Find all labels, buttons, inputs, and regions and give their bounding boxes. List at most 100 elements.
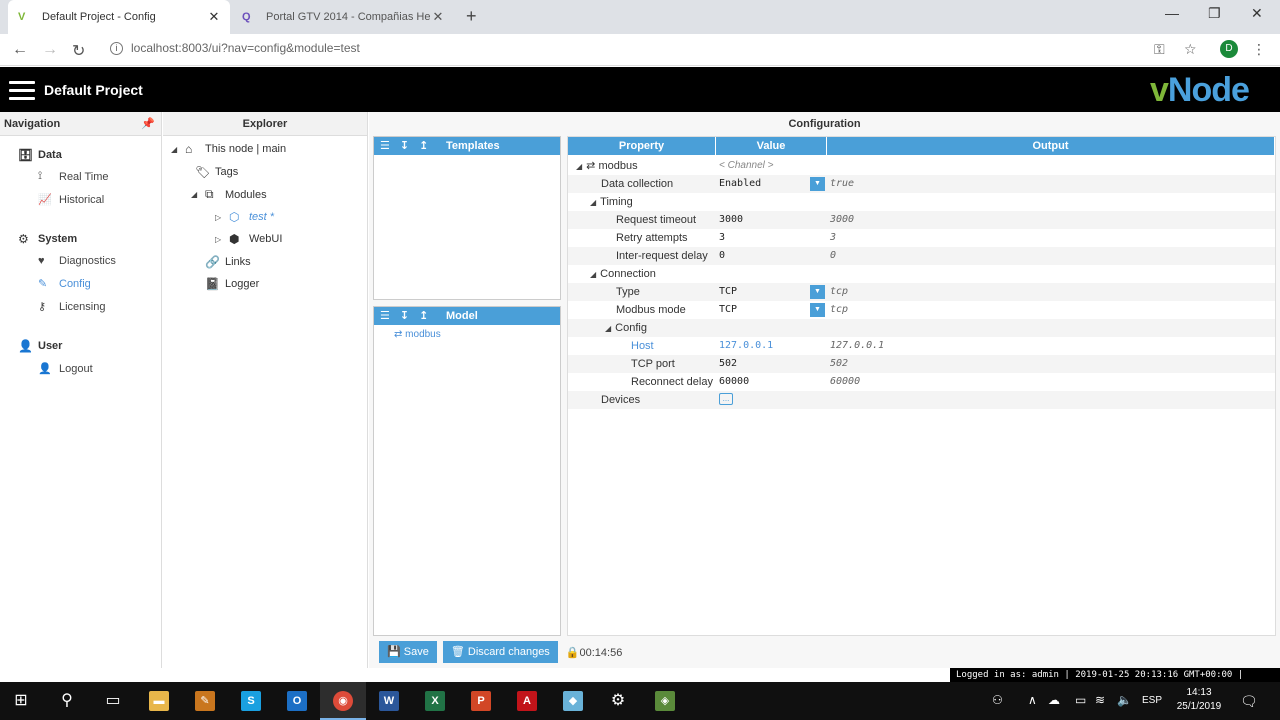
app-icon[interactable]: ◈ <box>655 691 675 711</box>
star-icon[interactable]: ☆ <box>1184 41 1197 58</box>
grid-row-devices[interactable]: Devices ... <box>568 391 1275 409</box>
word-icon[interactable]: W <box>379 691 399 711</box>
grid-row-modbus[interactable]: ◢ ⇄ modbus < Channel > <box>568 157 1275 175</box>
grid-row-connection[interactable]: ◢ Connection <box>568 265 1275 283</box>
request-timeout-input[interactable]: 3000 <box>719 211 743 229</box>
nav-item-logout[interactable]: 👤 Logout <box>38 362 93 376</box>
grid-row-type[interactable]: Type TCP ▼ tcp <box>568 283 1275 301</box>
sort-up-icon[interactable]: ↥ <box>419 137 428 155</box>
grid-row-config[interactable]: ◢ Config <box>568 319 1275 337</box>
collapse-triangle-icon[interactable]: ◢ <box>590 198 596 207</box>
type-select[interactable]: TCP <box>719 283 737 301</box>
reload-icon[interactable]: ↻ <box>72 41 85 61</box>
menu-dots-icon[interactable]: ⋮ <box>1252 41 1266 58</box>
grid-row-host[interactable]: Host 127.0.0.1 127.0.0.1 <box>568 337 1275 355</box>
file-explorer-icon[interactable]: ▬ <box>149 691 169 711</box>
tree-module-test[interactable]: ▷ ⬡ test * <box>215 210 274 224</box>
retry-attempts-input[interactable]: 3 <box>719 229 725 247</box>
grid-row-tcp-port[interactable]: TCP port 502 502 <box>568 355 1275 373</box>
tcp-port-input[interactable]: 502 <box>719 355 737 373</box>
sort-up-icon[interactable]: ↥ <box>419 307 428 325</box>
nav-item-diagnostics[interactable]: ♥ Diagnostics <box>38 255 116 267</box>
nav-item-config[interactable]: ✎ Config <box>38 277 91 291</box>
grid-row-modbus-mode[interactable]: Modbus mode TCP ▼ tcp <box>568 301 1275 319</box>
grid-row-reconnect-delay[interactable]: Reconnect delay 60000 60000 <box>568 373 1275 391</box>
back-icon[interactable]: ← <box>12 41 28 59</box>
forward-icon[interactable]: → <box>42 41 58 59</box>
search-icon[interactable]: ⚲ <box>56 690 78 712</box>
save-button[interactable]: 💾 Save <box>379 641 437 663</box>
tree-modules[interactable]: ◢ ⧉ Modules <box>191 187 267 202</box>
tree-module-webui[interactable]: ▷ ⬢ WebUI <box>215 232 282 246</box>
network-icon[interactable]: ▭ <box>1075 693 1086 707</box>
nav-group-system[interactable]: ⚙ System <box>18 232 77 246</box>
key-icon[interactable]: ⚿ <box>1154 41 1165 58</box>
volume-icon[interactable]: 🔈 <box>1117 693 1132 707</box>
discard-changes-button[interactable]: 🗑 Discard changes <box>442 641 558 663</box>
powerpoint-icon[interactable]: P <box>471 691 491 711</box>
restore-icon[interactable]: ❐ <box>1208 5 1221 22</box>
modbus-mode-select[interactable]: TCP <box>719 301 737 319</box>
close-window-icon[interactable]: ✕ <box>1251 5 1263 22</box>
grid-row-inter-request-delay[interactable]: Inter-request delay 0 0 <box>568 247 1275 265</box>
cloud-icon[interactable]: ☁ <box>1048 693 1060 707</box>
system-clock[interactable]: 14:13 25/1/2019 <box>1170 686 1228 714</box>
host-input[interactable]: 127.0.0.1 <box>719 337 773 355</box>
settings-gear-icon[interactable]: ⚙ <box>607 690 629 712</box>
tree-links[interactable]: 🔗 Links <box>201 255 251 269</box>
hamburger-menu-icon[interactable] <box>9 81 35 100</box>
dropdown-arrow-icon[interactable]: ▼ <box>810 177 825 191</box>
nav-group-user[interactable]: 👤 User <box>18 339 62 353</box>
data-collection-select[interactable]: Enabled <box>719 175 761 193</box>
collapse-triangle-icon[interactable]: ◢ <box>605 324 611 333</box>
dropdown-arrow-icon[interactable]: ▼ <box>810 303 825 317</box>
info-icon[interactable]: i <box>110 41 123 55</box>
skype-icon[interactable]: S <box>241 691 261 711</box>
task-view-icon[interactable]: ▭ <box>102 690 124 712</box>
new-tab-icon[interactable]: + <box>466 6 477 27</box>
tab-portal-gtv[interactable]: Q Portal GTV 2014 - Compañias He ✕ <box>232 0 454 34</box>
dropdown-arrow-icon[interactable]: ▼ <box>810 285 825 299</box>
collapse-triangle-icon[interactable]: ◢ <box>576 162 582 171</box>
ellipsis-button[interactable]: ... <box>719 393 733 405</box>
collapse-triangle-icon[interactable]: ◢ <box>191 190 201 199</box>
inter-request-delay-input[interactable]: 0 <box>719 247 725 265</box>
list-icon[interactable]: ☰ <box>380 137 390 155</box>
close-tab-icon[interactable]: ✕ <box>432 9 444 25</box>
grid-row-retry-attempts[interactable]: Retry attempts 3 3 <box>568 229 1275 247</box>
grid-row-timing[interactable]: ◢ Timing <box>568 193 1275 211</box>
reconnect-delay-input[interactable]: 60000 <box>719 373 749 391</box>
excel-icon[interactable]: X <box>425 691 445 711</box>
sort-down-icon[interactable]: ↧ <box>400 137 409 155</box>
profile-avatar[interactable]: D <box>1220 40 1238 58</box>
expand-triangle-icon[interactable]: ▷ <box>215 213 225 222</box>
close-tab-icon[interactable]: ✕ <box>208 9 220 25</box>
chrome-icon[interactable]: ◉ <box>333 691 353 711</box>
expand-triangle-icon[interactable]: ▷ <box>215 235 225 244</box>
grid-row-data-collection[interactable]: Data collection Enabled ▼ true <box>568 175 1275 193</box>
chevron-up-icon[interactable]: ∧ <box>1028 693 1037 707</box>
nav-item-real-time[interactable]: ⟟ Real Time <box>38 170 109 183</box>
nav-item-historical[interactable]: 📈 Historical <box>38 193 104 207</box>
outlook-icon[interactable]: O <box>287 691 307 711</box>
language-indicator[interactable]: ESP <box>1142 695 1162 706</box>
tree-root[interactable]: ◢ ⌂ This node | main <box>171 142 286 156</box>
nav-group-data[interactable]: 🗄 Data <box>18 148 62 162</box>
sort-down-icon[interactable]: ↧ <box>400 307 409 325</box>
collapse-triangle-icon[interactable]: ◢ <box>590 270 596 279</box>
acrobat-icon[interactable]: A <box>517 691 537 711</box>
pin-icon[interactable]: 📌 <box>141 112 155 136</box>
grid-row-request-timeout[interactable]: Request timeout 3000 3000 <box>568 211 1275 229</box>
url-field[interactable]: i localhost:8003/ui?nav=config&module=te… <box>110 41 360 55</box>
wifi-icon[interactable]: ≋ <box>1095 693 1105 707</box>
list-icon[interactable]: ☰ <box>380 307 390 325</box>
tree-tags[interactable]: 🏷 Tags <box>191 165 238 179</box>
tool-app-icon[interactable]: ✎ <box>195 691 215 711</box>
tab-default-project[interactable]: V Default Project - Config ✕ <box>8 0 230 34</box>
model-item-modbus[interactable]: ⇄ modbus <box>394 329 441 340</box>
people-icon[interactable]: ⚇ <box>992 693 1003 707</box>
tree-logger[interactable]: 📓 Logger <box>201 277 259 291</box>
notification-icon[interactable]: 🗨 <box>1240 693 1258 710</box>
windows-start-icon[interactable]: ⊞ <box>10 690 32 712</box>
collapse-triangle-icon[interactable]: ◢ <box>171 145 181 154</box>
